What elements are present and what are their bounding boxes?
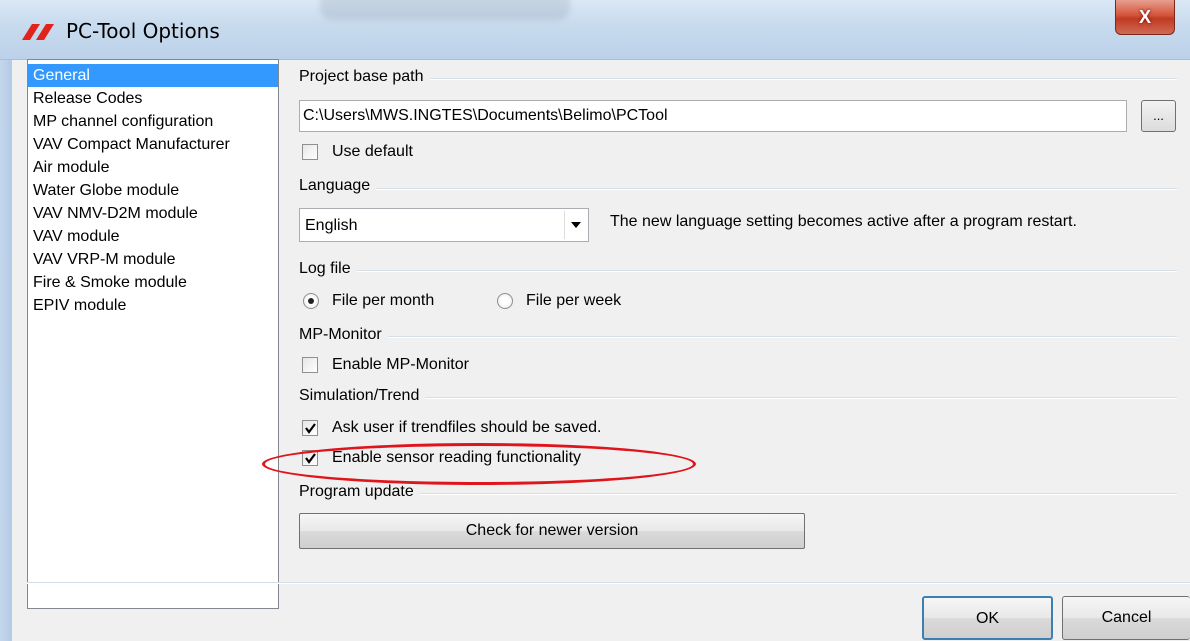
- file-per-month-label: File per month: [332, 292, 435, 309]
- ask-save-trendfiles-checkbox[interactable]: [302, 420, 318, 436]
- enable-sensor-reading-label: Enable sensor reading functionality: [332, 449, 582, 466]
- enable-mp-monitor-label: Enable MP-Monitor: [332, 356, 469, 373]
- checkmark-icon: [305, 423, 316, 434]
- radio-selected-dot: [308, 298, 314, 304]
- group-divider: [299, 270, 1177, 272]
- group-label-program-update: Program update: [299, 483, 420, 501]
- app-logo-icon: [22, 24, 54, 40]
- group-divider: [299, 78, 1177, 80]
- group-divider: [299, 493, 1177, 495]
- nav-item-air-module[interactable]: Air module: [28, 156, 278, 179]
- nav-item-vav-nmv-d2m-module[interactable]: VAV NMV-D2M module: [28, 202, 278, 225]
- cancel-button[interactable]: Cancel: [1062, 596, 1190, 640]
- use-default-checkbox[interactable]: [302, 144, 318, 160]
- nav-item-fire-smoke-module[interactable]: Fire & Smoke module: [28, 271, 278, 294]
- enable-sensor-reading-checkbox[interactable]: [302, 450, 318, 466]
- group-label-log-file: Log file: [299, 260, 357, 278]
- language-select-value: English: [305, 217, 358, 234]
- nav-item-vav-vrp-m-module[interactable]: VAV VRP-M module: [28, 248, 278, 271]
- enable-mp-monitor-checkbox[interactable]: [302, 357, 318, 373]
- close-icon: X: [1138, 6, 1151, 27]
- window-title: PC-Tool Options: [66, 19, 220, 43]
- window-frame: [0, 60, 12, 641]
- group-divider: [299, 188, 1177, 190]
- title-bar[interactable]: PC-Tool Options X: [0, 0, 1190, 60]
- nav-item-general[interactable]: General: [28, 64, 278, 87]
- group-label-project-base-path: Project base path: [299, 68, 430, 86]
- group-divider: [299, 336, 1177, 338]
- language-select[interactable]: English: [299, 208, 589, 242]
- file-per-week-radio[interactable]: [497, 293, 513, 309]
- nav-item-epiv-module[interactable]: EPIV module: [28, 294, 278, 317]
- project-base-path-input[interactable]: C:\Users\MWS.INGTES\Documents\Belimo\PCT…: [299, 100, 1127, 132]
- file-per-month-radio[interactable]: [303, 293, 319, 309]
- check-newer-version-button[interactable]: Check for newer version: [299, 513, 805, 549]
- nav-item-vav-compact-manufacturer[interactable]: VAV Compact Manufacturer: [28, 133, 278, 156]
- group-label-simulation-trend: Simulation/Trend: [299, 387, 426, 405]
- close-button[interactable]: X: [1115, 0, 1175, 35]
- nav-item-vav-module[interactable]: VAV module: [28, 225, 278, 248]
- group-divider: [299, 397, 1177, 399]
- nav-item-release-codes[interactable]: Release Codes: [28, 87, 278, 110]
- use-default-label: Use default: [332, 143, 413, 160]
- ok-button[interactable]: OK: [922, 596, 1053, 640]
- chevron-down-icon[interactable]: [564, 211, 586, 239]
- dialog-button-separator: [27, 582, 1190, 584]
- ask-save-trendfiles-label: Ask user if trendfiles should be saved.: [332, 419, 602, 436]
- background-window-ghost: [320, 0, 570, 20]
- browse-button[interactable]: ...: [1141, 100, 1176, 132]
- file-per-week-label: File per week: [526, 292, 622, 309]
- language-restart-note: The new language setting becomes active …: [610, 213, 1077, 230]
- nav-item-water-globe-module[interactable]: Water Globe module: [28, 179, 278, 202]
- checkmark-icon: [305, 453, 316, 464]
- group-label-language: Language: [299, 177, 377, 195]
- options-category-list[interactable]: General Release Codes MP channel configu…: [27, 59, 279, 609]
- group-label-mp-monitor: MP-Monitor: [299, 326, 388, 344]
- nav-item-mp-channel-configuration[interactable]: MP channel configuration: [28, 110, 278, 133]
